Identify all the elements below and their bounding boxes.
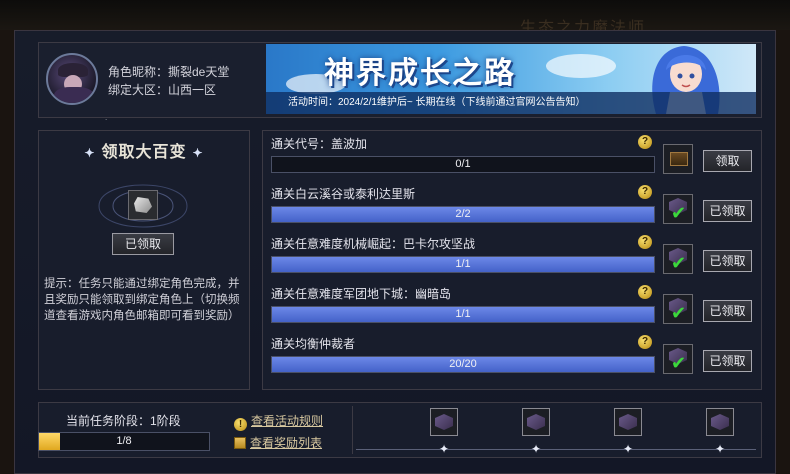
sparkle-icon: ✦ <box>192 146 204 160</box>
sparkle-icon: ✦ <box>84 146 96 160</box>
event-banner: 神界成长之路 活动时间：2024/2/1维护后~ 长期在线（下线前通过官网公告告… <box>266 44 756 114</box>
banner-cloud <box>546 54 616 78</box>
view-rules-label: 查看活动规则 <box>251 414 324 428</box>
gift-icon <box>234 437 246 449</box>
star-icon: ✦ <box>531 442 542 456</box>
task-row: 通关任意难度军团地下城：幽暗岛? 1/1 ✔ 已领取 <box>262 281 762 331</box>
task-row: 通关任意难度机械崛起：巴卡尔攻坚战? 1/1 ✔ 已领取 <box>262 231 762 281</box>
cube-item-icon <box>435 414 453 430</box>
claim-button[interactable]: 领取 <box>703 150 752 172</box>
tip-text: 提示：任务只能通过绑定角色完成，并且奖励只能领取到绑定角色上（切换频道查看游戏内… <box>44 278 240 322</box>
task-reward-item[interactable]: ✔ <box>663 244 693 274</box>
stage-reward-node[interactable] <box>706 408 734 436</box>
task-reward-item[interactable]: ✔ <box>663 344 693 374</box>
cube-item-icon <box>527 414 545 430</box>
stage-reward-node[interactable] <box>614 408 642 436</box>
claimed-button[interactable]: 已领取 <box>703 250 752 272</box>
banner-title: 神界成长之路 <box>324 56 516 91</box>
view-rewards-label: 查看奖励列表 <box>250 436 323 450</box>
task-progress-bar: 20/20 <box>271 356 655 373</box>
stage-progress-bar: 1/8 <box>38 432 210 451</box>
task-progress-text: 1/1 <box>455 258 471 270</box>
task-name: 通关代号：盖波加 <box>271 137 368 151</box>
bound-region: 绑定大区：山西一区 <box>108 83 217 97</box>
checkmark-icon: ✔ <box>671 253 687 273</box>
avatar <box>46 53 98 105</box>
grand-reward-claimed-button[interactable]: 已领取 <box>112 233 174 255</box>
task-progress-text: 0/1 <box>455 158 471 170</box>
claimed-button[interactable]: 已领取 <box>703 200 752 222</box>
avatar-cloak <box>54 87 94 103</box>
star-icon: ✦ <box>623 442 634 456</box>
task-reward-item[interactable]: ✔ <box>663 294 693 324</box>
task-reward-item[interactable]: ✔ <box>663 194 693 224</box>
task-progress-bar: 1/1 <box>271 306 655 323</box>
claimed-button[interactable]: 已领取 <box>703 300 752 322</box>
help-icon[interactable]: ? <box>638 135 652 149</box>
task-reward-item[interactable] <box>663 144 693 174</box>
view-rewards-link[interactable]: 查看奖励列表 <box>234 434 322 451</box>
stage-progress-text: 1/8 <box>116 435 132 447</box>
star-icon: ✦ <box>715 442 726 456</box>
current-stage-label: 当前任务阶段：1阶段 <box>66 414 181 428</box>
cube-item-icon <box>711 414 729 430</box>
stage-reward-node[interactable] <box>430 408 458 436</box>
grand-reward-item[interactable] <box>128 190 158 220</box>
cube-item-icon <box>619 414 637 430</box>
task-name: 通关均衡仲裁者 <box>271 337 356 351</box>
window-top-strip <box>0 0 790 30</box>
grand-reward-title-text: 领取大百变 <box>101 142 187 161</box>
task-name: 通关任意难度军团地下城：幽暗岛 <box>271 287 452 301</box>
stage-reward-node[interactable] <box>522 408 550 436</box>
task-name: 通关白云溪谷或泰利达里斯 <box>271 187 416 201</box>
checkmark-icon: ✔ <box>671 353 687 373</box>
stone-item-icon <box>134 197 152 213</box>
character-nickname: 角色昵称：撕裂de天堂 <box>108 65 230 79</box>
task-progress-bar: 1/1 <box>271 256 655 273</box>
task-progress-text: 1/1 <box>455 308 471 320</box>
star-icon: ✦ <box>439 442 450 456</box>
checkmark-icon: ✔ <box>671 203 687 223</box>
help-icon[interactable]: ? <box>638 335 652 349</box>
stage-track-line <box>356 449 756 450</box>
checkmark-icon: ✔ <box>671 303 687 323</box>
claimed-button[interactable]: 已领取 <box>703 350 752 372</box>
task-row: 通关均衡仲裁者? 20/20 ✔ 已领取 <box>262 331 762 381</box>
task-progress-bar: 0/1 <box>271 156 655 173</box>
view-rules-link[interactable]: ! 查看活动规则 <box>234 412 323 431</box>
task-row: 通关白云溪谷或泰利达里斯? 2/2 ✔ 已领取 <box>262 181 762 231</box>
task-row: 通关代号：盖波加? 0/1 领取 <box>262 131 762 181</box>
task-progress-text: 20/20 <box>449 358 477 370</box>
help-icon[interactable]: ? <box>638 185 652 199</box>
task-progress-text: 2/2 <box>455 208 471 220</box>
grand-reward-title: ✦ 领取大百变 ✦ <box>38 138 250 162</box>
help-icon[interactable]: ? <box>638 285 652 299</box>
divider <box>352 406 353 454</box>
help-icon[interactable]: ? <box>638 235 652 249</box>
task-name: 通关任意难度机械崛起：巴卡尔攻坚战 <box>271 237 476 251</box>
task-progress-bar: 2/2 <box>271 206 655 223</box>
exclamation-icon: ! <box>234 418 247 431</box>
treasure-chest-icon <box>670 152 688 166</box>
banner-event-time: 活动时间：2024/2/1维护后~ 长期在线（下线前通过官网公告告知） <box>266 92 756 114</box>
